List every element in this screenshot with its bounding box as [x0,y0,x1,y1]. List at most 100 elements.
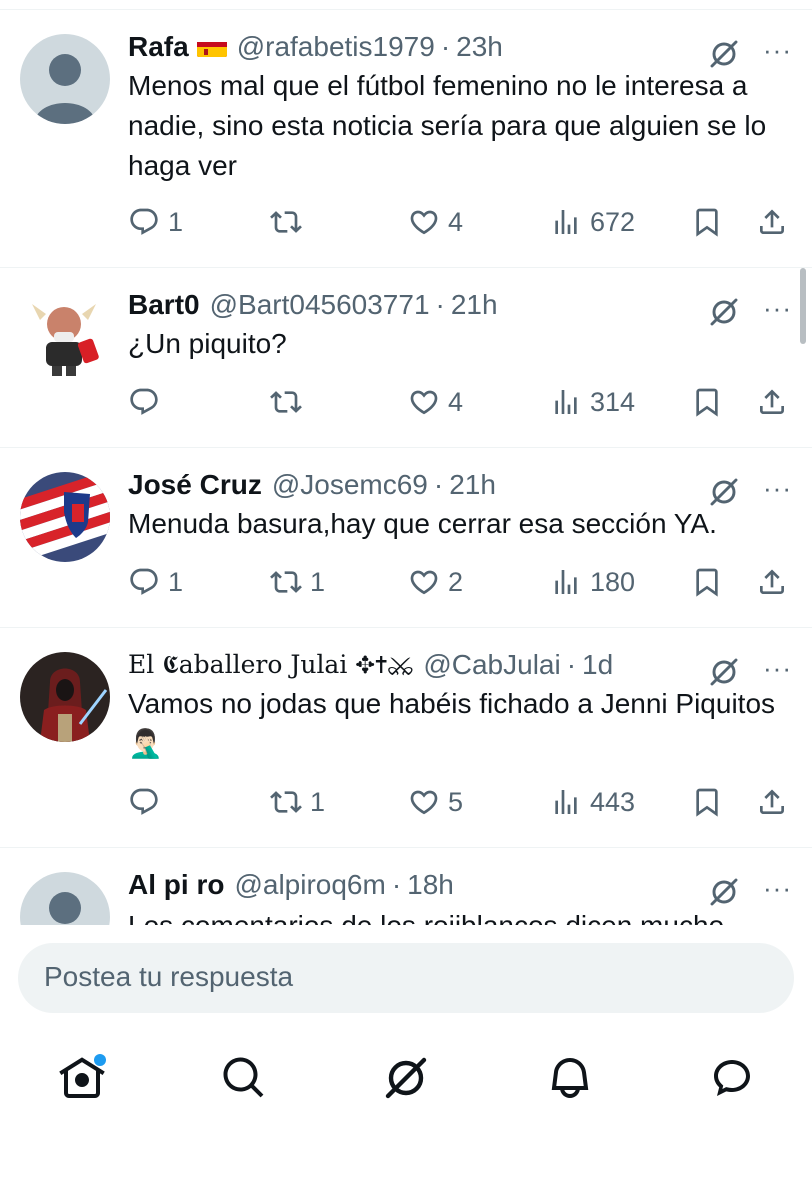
author-handle[interactable]: @CabJulai [423,649,560,681]
repost-button[interactable]: 1 [270,782,325,822]
nav-grok[interactable] [376,1048,436,1108]
avatar[interactable] [20,472,110,562]
timestamp[interactable]: 21h [449,469,496,501]
share-button[interactable] [756,782,788,822]
author-name[interactable]: Bart0 [128,289,200,321]
separator: · [435,289,445,320]
repost-icon [270,786,302,818]
more-icon[interactable]: ··· [763,37,792,63]
bottom-nav [0,1030,812,1140]
bookmark-icon [691,206,723,238]
like-count: 4 [448,206,464,237]
spain-flag-icon [196,37,227,57]
share-icon [756,566,788,598]
bookmark-icon [691,566,723,598]
more-icon[interactable]: ··· [763,475,792,501]
grok-icon [382,1054,430,1102]
avatar[interactable] [20,34,110,124]
nav-home[interactable] [52,1048,112,1108]
nav-messages[interactable] [702,1048,762,1108]
reply-button[interactable] [128,382,168,422]
nav-search[interactable] [214,1048,274,1108]
reply-button[interactable]: 1 [128,202,183,242]
avatar[interactable] [20,290,110,380]
author-handle[interactable]: @alpiroq6m [234,869,385,901]
timestamp[interactable]: 23h [456,31,503,63]
author-name[interactable]: Rafa [128,31,189,63]
author-handle[interactable]: @Josemc69 [272,469,428,501]
grok-icon[interactable] [708,876,740,908]
timestamp[interactable]: 21h [451,289,498,321]
bookmark-button[interactable] [691,782,723,822]
avatar[interactable] [20,872,110,925]
share-button[interactable] [756,202,788,242]
timestamp[interactable]: 18h [407,869,454,901]
repost-button[interactable] [270,202,310,242]
repost-button[interactable] [270,382,310,422]
reply-composer: Postea tu respuesta [0,925,812,1025]
repost-icon [270,566,302,598]
reply-icon [128,786,160,818]
reply-tweet[interactable]: Rafa @rafabetis1979 · 23h ··· Menos mal … [0,10,812,268]
tweet-text: ¿Un piquito? [128,328,287,359]
repost-button[interactable]: 1 [270,562,325,602]
tweet-text: Menos mal que el fútbol femenino no le i… [128,70,767,181]
reply-button[interactable] [128,782,168,822]
author-name[interactable]: El 𝕮aballero Julai ✥✝⚔ [128,650,413,680]
more-icon[interactable]: ··· [763,875,792,901]
separator: · [391,869,402,900]
tweet-actions: 4 314 [128,382,798,422]
notifications-icon [551,1058,589,1098]
bookmark-icon [691,786,723,818]
bookmark-button[interactable] [691,562,723,602]
author-name[interactable]: Al pi ro [128,869,224,901]
share-button[interactable] [756,382,788,422]
reply-button[interactable]: 1 [128,562,183,602]
reply-tweet[interactable]: Al pi ro @alpiroq6m · 18h ··· Los coment… [0,848,812,925]
avatar[interactable] [20,652,110,742]
bookmark-button[interactable] [691,382,723,422]
views-button[interactable]: 314 [550,382,635,422]
like-button[interactable]: 5 [408,782,463,822]
like-count: 2 [448,566,464,597]
views-button[interactable]: 443 [550,782,635,822]
views-count: 443 [590,786,636,817]
share-icon [756,786,788,818]
bookmark-button[interactable] [691,202,723,242]
author-handle[interactable]: @rafabetis1979 [237,31,435,63]
separator: · [566,649,577,680]
repost-count: 1 [310,566,326,597]
views-icon [550,386,582,418]
like-button[interactable]: 4 [408,202,463,242]
timeline: Rafa @rafabetis1979 · 23h ··· Menos mal … [0,0,812,925]
like-icon [408,566,440,598]
author-name[interactable]: José Cruz [128,469,262,501]
reply-icon [128,206,160,238]
views-icon [550,206,582,238]
more-icon[interactable]: ··· [763,655,792,681]
reply-tweet[interactable]: Bart0 @Bart045603771 · 21h ··· ¿Un piqui… [0,268,812,448]
like-count: 5 [448,786,464,817]
views-button[interactable]: 672 [550,202,635,242]
repost-icon [270,386,302,418]
author-handle[interactable]: @Bart045603771 [210,289,430,321]
reply-placeholder: Postea tu respuesta [44,961,294,992]
tweet-header: José Cruz @Josemc69 · 21h [128,466,692,504]
tweet-text: Menuda basura,hay que cerrar esa sección… [128,508,717,539]
more-icon[interactable]: ··· [763,295,792,321]
tweet-actions: 1 4 672 [128,202,798,242]
like-button[interactable]: 2 [408,562,463,602]
reply-tweet[interactable]: José Cruz @Josemc69 · 21h ··· Menuda bas… [0,448,812,628]
reply-input[interactable]: Postea tu respuesta [18,943,794,1013]
timestamp[interactable]: 1d [582,649,613,681]
reply-tweet[interactable]: El 𝕮aballero Julai ✥✝⚔ @CabJulai · 1d ··… [0,628,812,848]
like-button[interactable]: 4 [408,382,463,422]
views-button[interactable]: 180 [550,562,635,602]
tweet-text: Los comentarios de los rojiblancos dicen… [128,906,798,925]
nav-notifications[interactable] [540,1048,600,1108]
share-button[interactable] [756,562,788,602]
tweet-actions: 1 5 443 [128,782,798,822]
messages-icon [714,1060,750,1096]
tweet-header: Bart0 @Bart045603771 · 21h [128,286,692,324]
share-icon [756,206,788,238]
